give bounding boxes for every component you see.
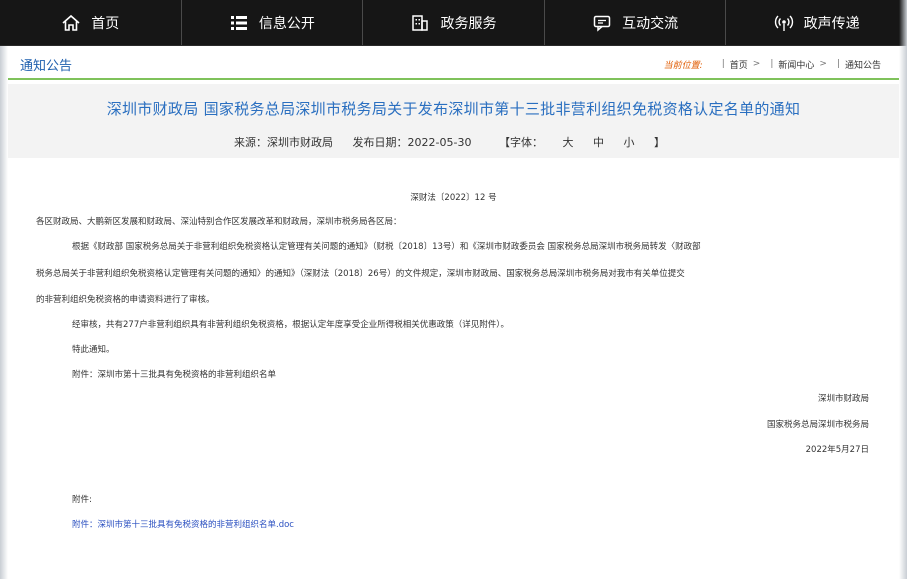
breadcrumb-separator: | bbox=[770, 59, 774, 69]
breadcrumb-notice-link[interactable]: 通知公告 bbox=[845, 58, 881, 71]
document-number: 深财法〔2022〕12 号 bbox=[410, 193, 497, 203]
font-size-control: 【字体： 大 中 小 】 bbox=[491, 136, 673, 149]
signature-date: 2022年5月27日 bbox=[805, 445, 869, 455]
article-date: 发布日期：2022-05-30 bbox=[352, 136, 472, 149]
attachment-header: 附件: bbox=[72, 495, 92, 505]
right-edge-shadow bbox=[899, 0, 907, 579]
breadcrumb-news-link[interactable]: 新闻中心 bbox=[778, 58, 814, 71]
signature-org-1: 深圳市财政局 bbox=[817, 394, 869, 404]
broadcast-icon bbox=[774, 13, 794, 33]
building-icon bbox=[410, 13, 430, 33]
breadcrumb-separator: | bbox=[836, 59, 840, 69]
paragraph-line: 经审核，共有277户非营利组织具有非营利组织免税资格，根据认定年度享受企业所得税… bbox=[72, 320, 509, 330]
nav-item-home[interactable]: 首页 bbox=[0, 0, 182, 45]
article-meta: 来源：深圳市财政局 发布日期：2022-05-30 【字体： 大 中 小 】 bbox=[8, 134, 899, 150]
nav-item-label: 互动交流 bbox=[622, 15, 679, 32]
paragraph-line: 特此通知。 bbox=[72, 345, 115, 355]
font-size-end: 】 bbox=[653, 136, 665, 149]
addressee: 各区财政局、大鹏新区发展和财政局、深汕特别合作区发展改革和财政局，深圳市税务局各… bbox=[36, 217, 402, 227]
font-size-medium-button[interactable]: 中 bbox=[593, 136, 604, 149]
attachment-download-link[interactable]: 附件：深圳市第十三批具有免税资格的非营利组织名单.doc bbox=[72, 518, 294, 530]
nav-item-gov-services[interactable]: 政务服务 bbox=[363, 0, 545, 45]
list-icon bbox=[229, 13, 249, 33]
font-size-large-button[interactable]: 大 bbox=[562, 136, 573, 149]
breadcrumb-separator: > bbox=[819, 59, 827, 69]
nav-item-label: 政声传递 bbox=[803, 15, 860, 32]
nav-item-interaction[interactable]: 互动交流 bbox=[545, 0, 727, 45]
nav-item-info-disclosure[interactable]: 信息公开 bbox=[182, 0, 364, 45]
paragraph-line: 根据《财政部 国家税务总局关于非营利组织免税资格认定管理有关问题的通知》（财税〔… bbox=[72, 242, 701, 252]
breadcrumb-separator: | bbox=[721, 59, 725, 69]
nav-item-label: 政务服务 bbox=[440, 15, 497, 32]
article-title: 深圳市财政局 国家税务总局深圳市税务局关于发布深圳市第十三批非营利组织免税资格认… bbox=[106, 100, 801, 118]
paragraph-line: 的非营利组织免税资格的申请资料进行了审核。 bbox=[36, 295, 215, 305]
article-body: 深财法〔2022〕12 号 各区财政局、大鹏新区发展和财政局、深汕特别合作区发展… bbox=[8, 165, 899, 579]
signature-org-2: 国家税务总局深圳市税务局 bbox=[766, 420, 869, 430]
left-edge-shadow bbox=[0, 0, 8, 579]
nav-item-label: 信息公开 bbox=[258, 15, 315, 32]
breadcrumb: 当前位置: | 首页 > | 新闻中心 > | 通知公告 bbox=[664, 58, 899, 71]
nav-item-label: 首页 bbox=[91, 15, 120, 32]
section-title: 通知公告 bbox=[20, 58, 73, 74]
top-navigation: 首页 信息公开 政务服务 互动交流 政声传递 bbox=[0, 0, 907, 46]
article-source: 来源：深圳市财政局 bbox=[234, 136, 334, 149]
home-icon bbox=[61, 13, 81, 33]
current-location-label: 当前位置: bbox=[663, 60, 703, 71]
article-header: 深圳市财政局 国家税务总局深圳市税务局关于发布深圳市第十三批非营利组织免税资格认… bbox=[8, 84, 899, 158]
breadcrumb-separator: > bbox=[752, 59, 761, 69]
attachment-note: 附件：深圳市第十三批具有免税资格的非营利组织名单 bbox=[72, 370, 277, 380]
font-size-small-button[interactable]: 小 bbox=[623, 136, 634, 149]
font-size-label: 【字体： bbox=[498, 136, 543, 149]
paragraph-line: 税务总局关于非营利组织免税资格认定管理有关问题的通知〉的通知》（深财法〔2018… bbox=[36, 269, 685, 279]
chat-icon bbox=[592, 13, 612, 33]
breadcrumb-home-link[interactable]: 首页 bbox=[730, 58, 748, 71]
nav-item-policy-voice[interactable]: 政声传递 bbox=[726, 0, 907, 45]
breadcrumb-bar: 通知公告 当前位置: | 首页 > | 新闻中心 > | 通知公告 bbox=[8, 50, 899, 80]
